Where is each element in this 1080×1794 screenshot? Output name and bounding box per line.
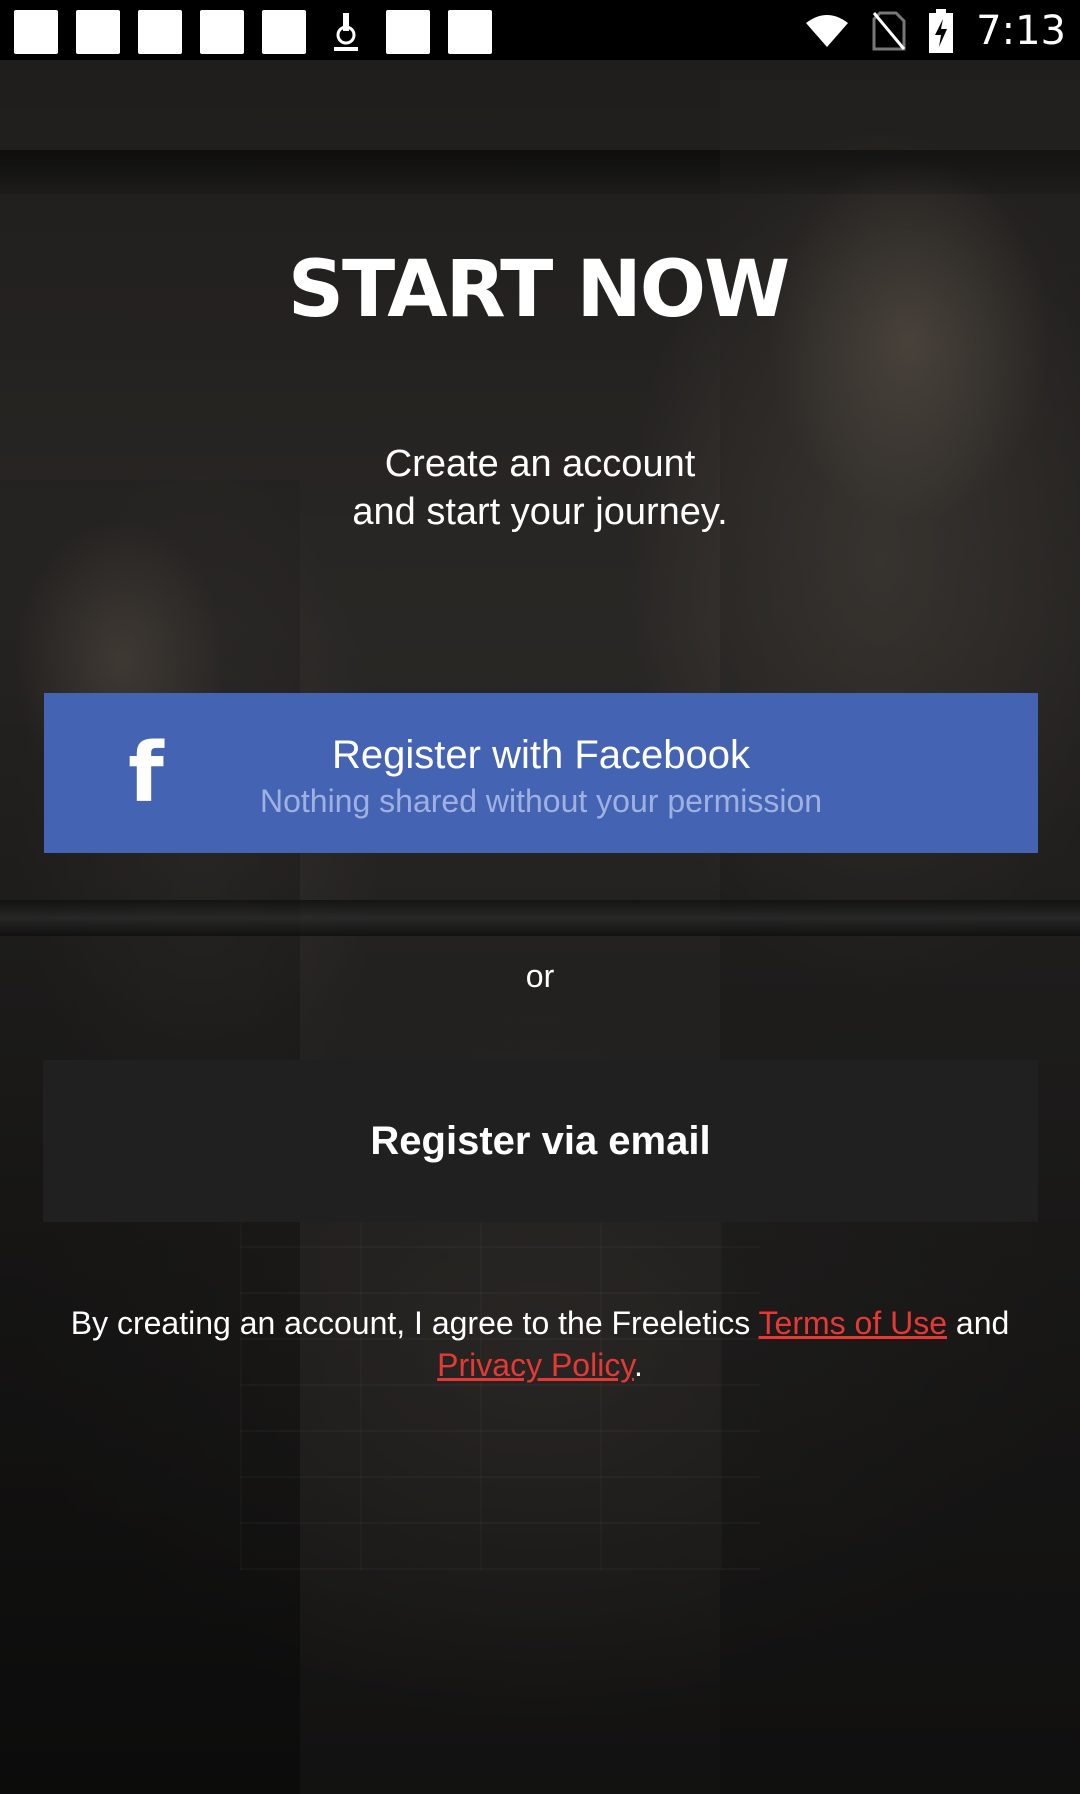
status-bar: 7:13 xyxy=(0,0,1080,60)
wifi-icon xyxy=(804,13,850,49)
notification-icon xyxy=(386,10,430,54)
background-barbell xyxy=(0,900,1080,936)
intro-text: Create an account and start your journey… xyxy=(300,440,780,536)
register-facebook-title: Register with Facebook xyxy=(332,733,750,777)
background-athlete-right xyxy=(720,80,1080,1794)
notification-icon xyxy=(262,10,306,54)
register-facebook-button[interactable]: f Register with Facebook Nothing shared … xyxy=(44,693,1038,853)
privacy-policy-link[interactable]: Privacy Policy xyxy=(437,1347,634,1383)
notification-icon xyxy=(14,10,58,54)
register-email-label: Register via email xyxy=(370,1119,711,1163)
notification-icon xyxy=(76,10,120,54)
legal-prefix: By creating an account, I agree to the F… xyxy=(70,1305,759,1341)
intro-text-line-1: Create an account xyxy=(384,443,696,485)
microscope-icon xyxy=(324,10,368,54)
register-email-button[interactable]: Register via email xyxy=(43,1060,1038,1222)
background-pullup-bar xyxy=(0,150,1080,194)
register-facebook-subtitle: Nothing shared without your permission xyxy=(259,783,823,819)
legal-disclaimer: By creating an account, I agree to the F… xyxy=(30,1302,1050,1386)
notification-icon xyxy=(138,10,182,54)
notification-icon xyxy=(200,10,244,54)
start-now-logo: START NOW xyxy=(287,245,790,335)
app-screen: 7:13 START NOW Create an account and sta… xyxy=(0,0,1080,1794)
legal-middle: and xyxy=(947,1305,1010,1341)
notification-icons xyxy=(14,10,492,54)
legal-suffix: . xyxy=(633,1347,643,1383)
system-status: 7:13 xyxy=(804,6,1066,56)
status-clock: 7:13 xyxy=(976,8,1066,54)
or-divider: or xyxy=(525,958,555,994)
battery-charging-icon xyxy=(928,9,954,53)
notification-icon xyxy=(448,10,492,54)
intro-text-line-2: and start your journey. xyxy=(352,491,728,533)
no-sim-icon xyxy=(872,11,906,51)
terms-of-use-link[interactable]: Terms of Use xyxy=(759,1305,947,1341)
